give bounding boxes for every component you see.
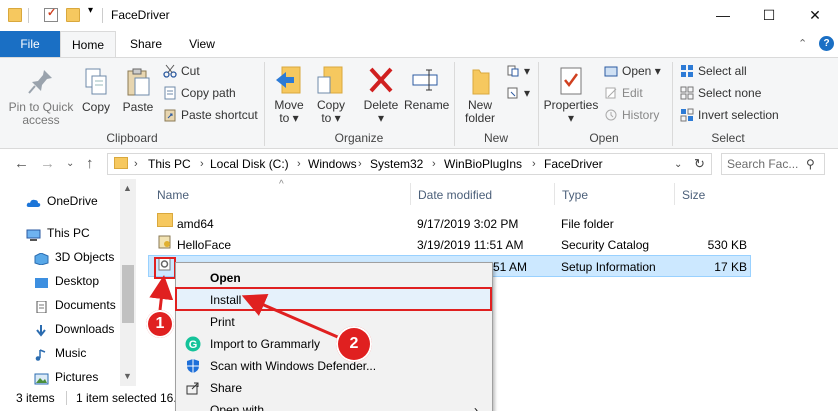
annotation-badge-2: 2 — [336, 326, 372, 362]
annotation-badge-1: 1 — [146, 310, 174, 338]
annotation-arrows — [149, 275, 341, 340]
annotation-arrow-2 — [241, 293, 341, 340]
annotation-arrow-1 — [149, 275, 174, 311]
